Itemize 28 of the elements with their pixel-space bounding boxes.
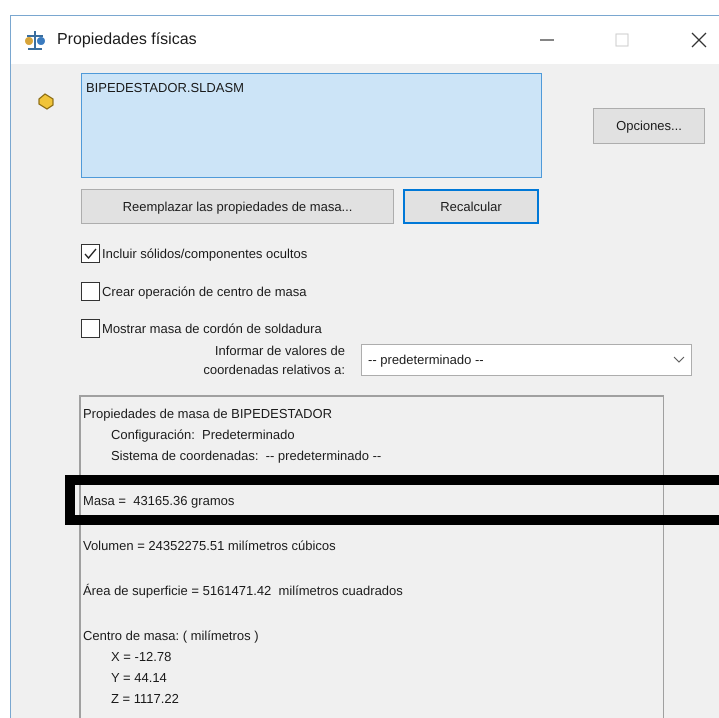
checkbox-label: Crear operación de centro de masa	[102, 282, 307, 301]
coordinates-label: Informar de valores de coordenadas relativos a:	[202, 342, 346, 378]
checkbox[interactable]	[81, 319, 100, 338]
result-line: Y = 44.14	[110, 668, 167, 686]
close-icon[interactable]	[691, 32, 707, 48]
chevron-down-icon	[673, 356, 685, 364]
checkbox-label: Mostrar masa de cordón de soldadura	[102, 320, 322, 338]
result-line: Centro de masa: ( milímetros )	[83, 628, 259, 642]
checkbox[interactable]	[81, 282, 100, 301]
result-line: Área de superficie = 5161471.42 milímetros cuadrados	[83, 582, 403, 598]
result-line: Configuración: Predeterminado	[110, 426, 295, 444]
result-line: Volumen = 24352275.51 milímetros cúbicos	[83, 538, 336, 552]
options-button[interactable]: Opciones...	[593, 108, 705, 144]
list-item[interactable]: BIPEDESTADOR.SLDASM	[86, 78, 537, 98]
recalculate-button[interactable]: Recalcular	[403, 189, 539, 224]
result-line: Propiedades de masa de BIPEDESTADOR	[83, 406, 332, 420]
part-icon	[36, 91, 56, 111]
window-title: Propiedades físicas	[57, 30, 197, 50]
result-line: Sistema de coordenadas: -- predeterminado --	[110, 446, 382, 465]
result-line: X = -12.78	[110, 648, 172, 666]
result-line: Masa = 43165.36 gramos	[83, 492, 234, 508]
balance-scale-icon	[23, 28, 47, 52]
checkbox-label: Incluir sólidos/componentes ocultos	[102, 245, 308, 263]
result-line: Z = 1117.22	[110, 690, 179, 708]
replace-mass-button[interactable]: Reemplazar las propiedades de masa...	[81, 189, 394, 224]
selection-list[interactable]: BIPEDESTADOR.SLDASM	[81, 73, 542, 178]
checkbox[interactable]	[81, 244, 100, 264]
coordinates-dropdown[interactable]: -- predeterminado --	[361, 344, 692, 376]
